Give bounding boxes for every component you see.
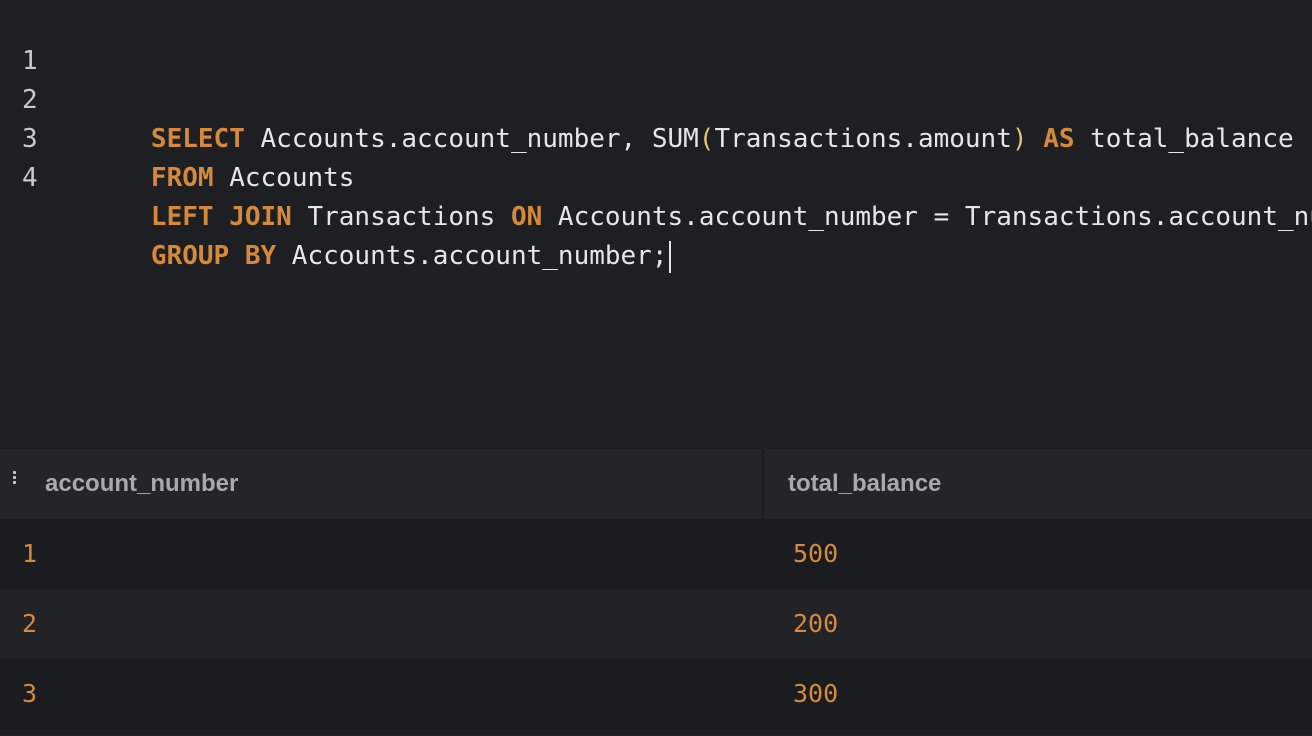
group-by-column: Accounts.account_number; [276,241,668,271]
cell-total-balance[interactable]: 200 [793,589,838,659]
cell-total-balance[interactable]: 300 [793,659,838,729]
code-line-1[interactable]: 1 SELECT Accounts.account_number, SUM(Tr… [0,3,1312,154]
vertical-ellipsis-icon[interactable] [9,471,21,491]
column-resize-handle[interactable] [762,449,764,519]
table-row[interactable]: 2 200 [0,589,1312,659]
results-header: account_number total_balance [0,449,1312,519]
code-line-3[interactable]: 3 LEFT JOIN Transactions ON Accounts.acc… [0,81,1312,232]
table-row[interactable]: 1 500 [0,519,1312,589]
text-cursor [668,240,671,273]
keyword-group-by: GROUP BY [150,241,277,271]
column-header-account-number[interactable]: account_number [45,449,238,519]
cell-account-number[interactable]: 1 [22,519,37,589]
table-row[interactable]: 3 300 [0,659,1312,729]
cell-account-number[interactable]: 2 [22,589,37,659]
code-line-4[interactable]: 4 GROUP BY Accounts.account_number; [0,120,1312,273]
column-header-total-balance[interactable]: total_balance [788,449,941,519]
cell-total-balance[interactable]: 500 [793,519,838,589]
results-grid: account_number total_balance 1 500 2 200… [0,449,1312,736]
code-line-2[interactable]: 2 FROM Accounts [0,42,1312,193]
cell-account-number[interactable]: 3 [22,659,37,729]
line-number: 4 [22,163,38,193]
sql-editor[interactable]: 1 SELECT Accounts.account_number, SUM(Tr… [0,0,1312,448]
code-text: GROUP BY Accounts.account_number; [57,198,671,315]
